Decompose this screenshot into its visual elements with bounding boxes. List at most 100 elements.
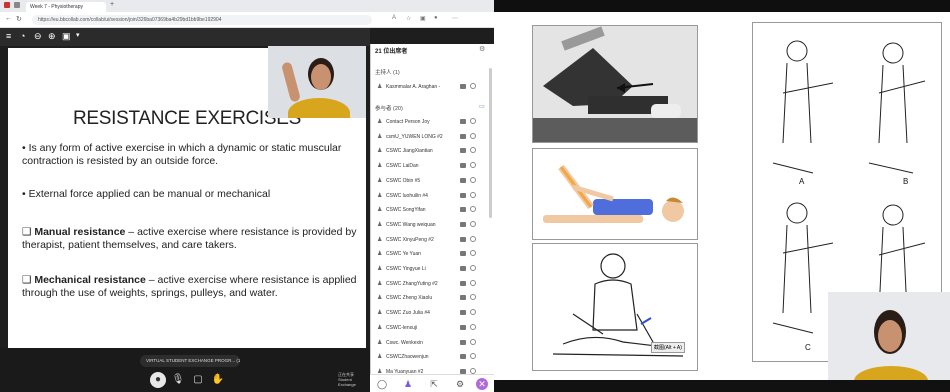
participant-row[interactable]: ♟ CSWC Wang weiquan [371, 220, 494, 230]
people-icon[interactable]: ♟ [402, 378, 414, 390]
file-name-pill: VIRTUAL STUDENT EXCHANGE PROGR... (10/35… [140, 355, 240, 367]
options-icon[interactable] [470, 309, 476, 316]
participant-row[interactable]: ♟ CSWC JiangXiantian [371, 146, 494, 156]
figure-label-c: C [805, 343, 811, 352]
options-icon[interactable] [470, 323, 476, 330]
mic-icon [460, 221, 466, 227]
options-icon[interactable] [470, 279, 476, 286]
options-icon[interactable] [470, 83, 476, 89]
mic-icon [460, 207, 466, 213]
zoom-out-icon[interactable]: ⊖ [34, 31, 42, 42]
avatar[interactable]: ● [150, 372, 166, 388]
participant-row[interactable]: ♟ CSWC Obin #5 [371, 176, 494, 186]
host-name: Kasmmalar A. Araghan - [386, 84, 441, 90]
share-icon[interactable]: ⇱ [428, 378, 440, 390]
collections-icon[interactable]: ▣ [420, 15, 426, 22]
participant-row[interactable]: ♟ csmU_YUWEN LONG #2 [371, 132, 494, 142]
options-icon[interactable] [470, 250, 476, 257]
gear-icon[interactable]: ⚙ [454, 378, 466, 390]
settings-icon[interactable]: ⚙ [479, 45, 485, 53]
menu-icon[interactable]: ≡ [6, 31, 11, 41]
options-icon[interactable] [470, 265, 476, 271]
refresh-icon[interactable]: ↻ [16, 15, 22, 23]
participant-row[interactable]: ♟ CSWC ZhangYuting #2 [371, 279, 494, 289]
participant-row[interactable]: ♟ CSWC XinyuPeng #2 [371, 235, 494, 245]
options-icon[interactable] [470, 220, 476, 227]
slide-bullet-2: • External force applied can be manual o… [22, 188, 271, 200]
mic-icon [460, 163, 466, 169]
scrollbar[interactable] [489, 68, 492, 218]
chevron-down-icon[interactable]: ▾ [76, 31, 80, 39]
participant-name: CSWC Yingyue Li [386, 266, 426, 272]
participant-name: CSWC XinyuPeng #2 [386, 236, 434, 243]
more-icon[interactable]: ⋯ [452, 15, 458, 22]
bullet-4-bold: Mechanical resistance [34, 274, 146, 286]
camera-icon[interactable]: ▢ [190, 372, 206, 388]
participant-row[interactable]: ♟ CSWC SongYifan [371, 205, 494, 215]
participant-row[interactable]: ♟ CSWC LaiDan [371, 161, 494, 171]
raise-hand-icon[interactable]: ✋ [210, 372, 226, 388]
zoom-in-icon[interactable]: ⊕ [48, 31, 56, 42]
sharing-label: 正在共享 Student Exchange [338, 372, 356, 387]
tabs-icon[interactable] [14, 2, 20, 8]
options-icon[interactable] [470, 367, 476, 374]
illustration-leg-stretch [532, 148, 698, 240]
photo-knee-drawing [533, 26, 697, 142]
back-icon[interactable]: ← [5, 15, 12, 22]
read-aloud-icon[interactable]: A [392, 15, 396, 21]
profile-icon[interactable]: ● [434, 15, 438, 21]
mic-icon [460, 119, 466, 124]
participant-row[interactable]: ♟ CSWC Zuo Julia #4 [371, 308, 494, 318]
mic-icon [460, 133, 466, 139]
participant-name: CSWC-lenxuji [386, 324, 418, 331]
bullet-2-text: External force applied can be manual or … [28, 188, 271, 200]
options-icon[interactable] [470, 235, 476, 242]
host-row[interactable]: ♟ Kasmmalar A. Araghan - [371, 82, 494, 92]
options-icon[interactable] [470, 176, 476, 183]
participant-name: CSWC ZhangYuting #2 [386, 280, 438, 287]
participant-row[interactable]: ♟ CSWC Zheng Xiaolu [371, 293, 494, 303]
options-icon[interactable] [470, 162, 476, 169]
browser-tab[interactable]: Week 7 - Physiotherapy [26, 2, 106, 12]
presenter-video-2[interactable] [828, 292, 950, 392]
pointer-icon[interactable]: ◔ [20, 31, 25, 41]
attendee-action-icon[interactable]: ▭ [479, 103, 485, 110]
participant-row[interactable]: ♟ CSWC-lenxuji [371, 323, 494, 333]
mic-icon [460, 354, 466, 360]
participant-row[interactable]: ♟ CSWCZhaowenjun [371, 352, 494, 362]
browser-tab-bar: Week 7 - Physiotherapy + [0, 0, 494, 12]
options-icon[interactable] [470, 118, 476, 124]
participants-header: 21 位出席者 [375, 49, 408, 55]
participant-name: CSWC Ye Yuan [386, 251, 421, 258]
participant-row[interactable]: ♟ CSWC Yingyue Li [371, 264, 494, 274]
participant-row[interactable]: ♟ Cswc. Wenkexin [371, 338, 494, 348]
options-icon[interactable] [470, 132, 476, 139]
hosts-heading: 主持人 (1) [375, 70, 400, 76]
person-icon: ♟ [377, 84, 383, 90]
options-icon[interactable] [470, 294, 476, 301]
participant-row[interactable]: ♟ CSWC luohuilin #4 [371, 191, 494, 201]
options-icon[interactable] [470, 206, 476, 213]
participant-row[interactable]: ♟ Contact Person Joy [371, 117, 494, 127]
chat-icon[interactable]: ◯ [376, 378, 388, 390]
mic-icon [460, 280, 466, 286]
illustration-stretch-drawing [543, 164, 684, 223]
new-tab-icon[interactable]: + [110, 1, 114, 8]
attendees-heading: 参与者 (20) [375, 106, 403, 112]
url-field[interactable]: https://eu.bbcollab.com/collab/ui/sessio… [32, 15, 372, 25]
participant-row[interactable]: ♟ CSWC Ye Yuan [371, 249, 494, 259]
options-icon[interactable] [470, 338, 476, 345]
slide-bullet-3: ❑ Manual resistance – active exercise wh… [22, 226, 357, 251]
figure-label-b: B [903, 177, 909, 186]
person-icon: ♟ [377, 192, 383, 199]
person-icon: ♟ [377, 119, 383, 125]
options-icon[interactable] [470, 353, 476, 360]
fit-icon[interactable]: ▣ [62, 31, 71, 42]
address-bar-row: ← ↻ https://eu.bbcollab.com/collab/ui/se… [0, 12, 494, 28]
close-icon[interactable]: ✕ [476, 378, 488, 390]
presenter-video[interactable] [268, 46, 366, 118]
favorite-icon[interactable]: ☆ [406, 15, 411, 22]
options-icon[interactable] [470, 147, 476, 154]
options-icon[interactable] [470, 191, 476, 198]
microphone-icon[interactable]: 🎙 [170, 372, 186, 388]
